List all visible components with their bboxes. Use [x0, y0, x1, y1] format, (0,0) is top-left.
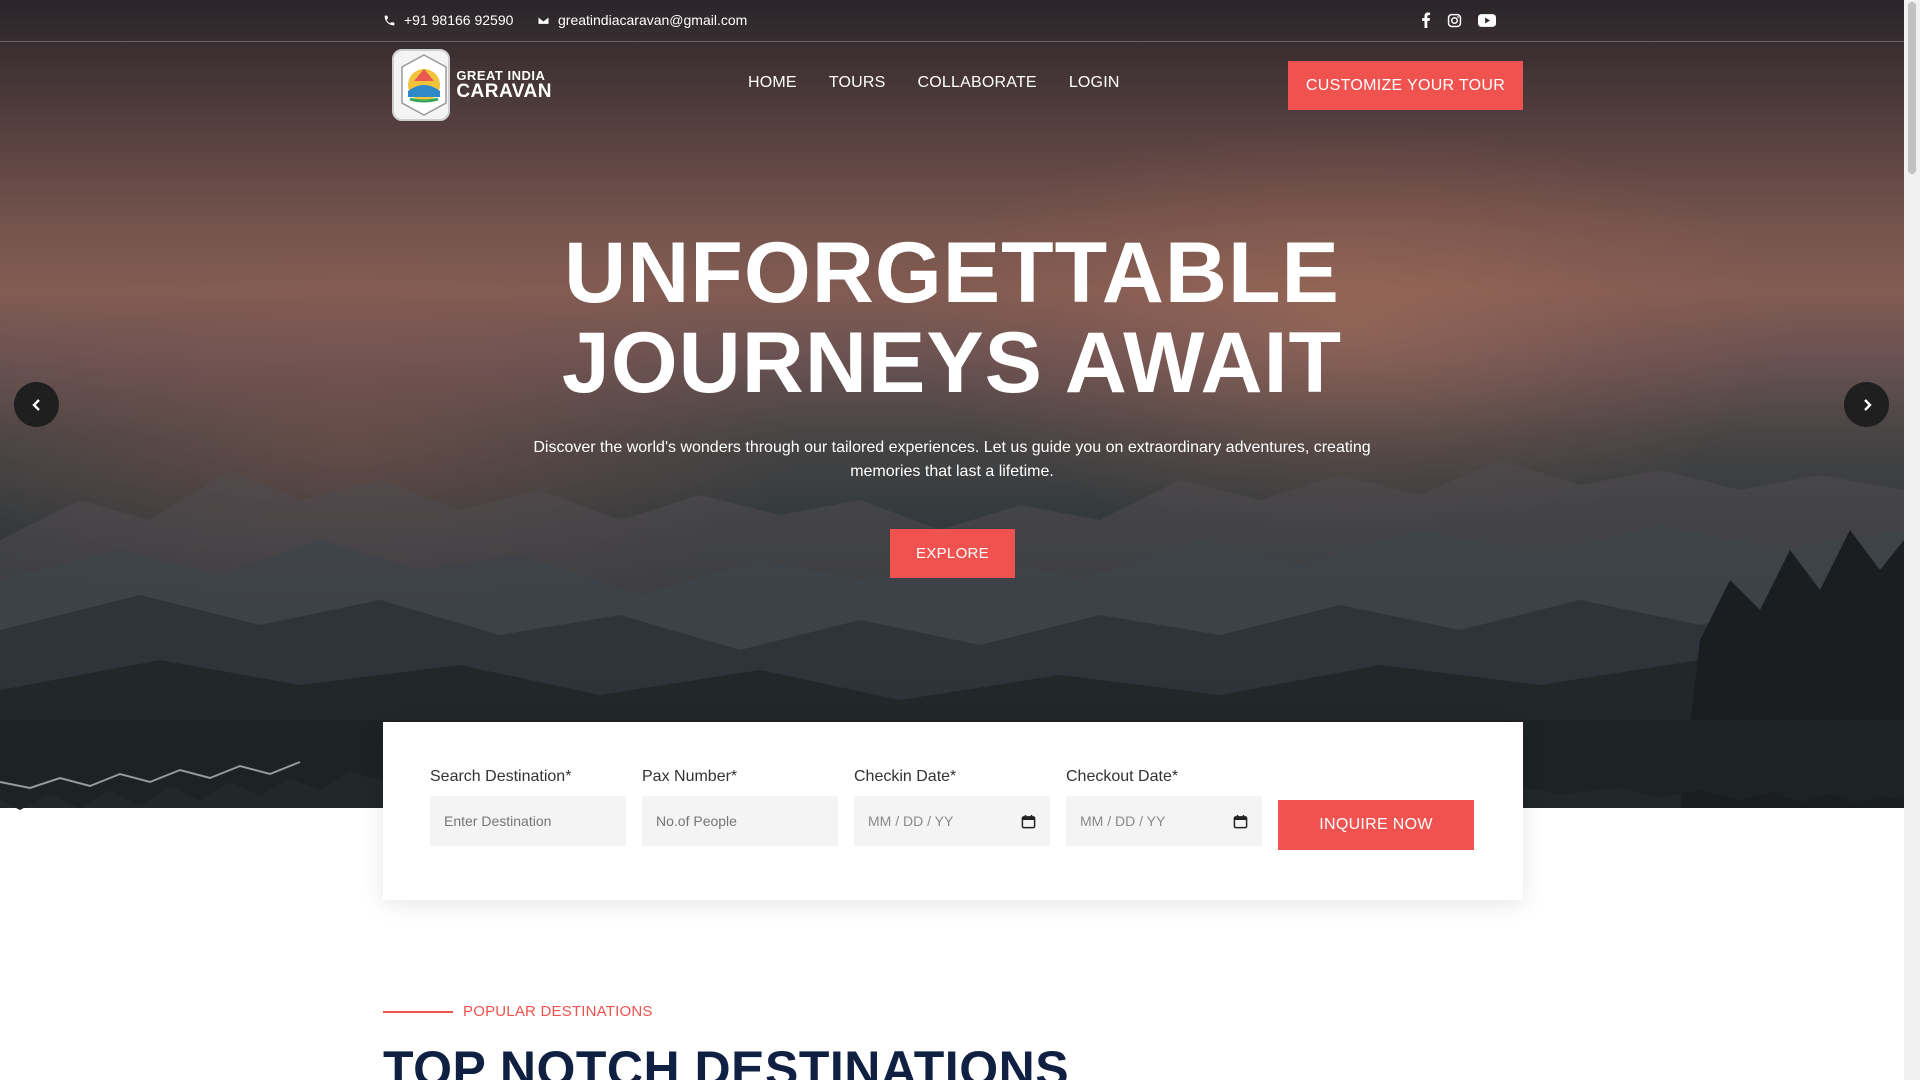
checkout-field-group: Checkout Date* MM / DD / YY: [1066, 768, 1262, 846]
destination-input[interactable]: [444, 813, 612, 829]
pax-label: Pax Number*: [642, 768, 738, 785]
phone-contact[interactable]: +91 98166 92590: [383, 12, 513, 28]
inquire-now-button[interactable]: INQUIRE NOW: [1278, 800, 1474, 850]
youtube-icon[interactable]: [1478, 13, 1496, 27]
mail-icon: [537, 15, 550, 25]
site-logo[interactable]: GREAT INDIA CARAVAN: [392, 48, 552, 122]
eyebrow-text: POPULAR DESTINATIONS: [463, 1003, 653, 1020]
tour-search-form: Search Destination* Pax Number* Checkin …: [383, 722, 1523, 900]
pax-field-group: Pax Number*: [642, 768, 838, 846]
email-contact[interactable]: greatindiacaravan@gmail.com: [537, 12, 747, 28]
explore-button[interactable]: EXPLORE: [890, 529, 1015, 578]
checkin-placeholder: MM / DD / YY: [868, 813, 954, 829]
pax-input[interactable]: [656, 813, 824, 829]
destination-field-group: Search Destination*: [430, 768, 626, 846]
hero-headline: UNFORGETTABLE JOURNEYS AWAIT: [452, 228, 1452, 408]
eyebrow-line: [383, 1010, 453, 1013]
carousel-next-button[interactable]: [1844, 382, 1889, 427]
nav-collaborate[interactable]: COLLABORATE: [918, 74, 1037, 92]
chevron-left-icon: [31, 398, 40, 411]
hero-headline-line-2: JOURNEYS AWAIT: [561, 315, 1343, 411]
top-bar: +91 98166 92590 greatindiacaravan@gmail.…: [0, 0, 1904, 42]
email-address: greatindiacaravan@gmail.com: [558, 12, 748, 28]
destination-label: Search Destination*: [430, 768, 572, 785]
phone-number: +91 98166 92590: [404, 12, 514, 28]
section-eyebrow: POPULAR DESTINATIONS: [383, 1003, 653, 1020]
nav-home[interactable]: HOME: [748, 74, 797, 92]
checkin-field-group: Checkin Date* MM / DD / YY: [854, 768, 1050, 846]
checkout-placeholder: MM / DD / YY: [1080, 813, 1166, 829]
carousel-prev-button[interactable]: [14, 382, 59, 427]
nav-login[interactable]: LOGIN: [1069, 74, 1120, 92]
section-title: TOP NOTCH DESTINATIONS: [383, 1041, 1070, 1080]
facebook-icon[interactable]: [1421, 12, 1431, 28]
logo-badge: [392, 49, 451, 121]
social-links: [1421, 12, 1496, 28]
checkin-date-input[interactable]: MM / DD / YY: [854, 796, 1050, 846]
hero-subtext: Discover the world's wonders through our…: [533, 439, 1371, 480]
checkout-date-input[interactable]: MM / DD / YY: [1066, 796, 1262, 846]
caravan-emblem-icon: [401, 54, 447, 116]
checkout-label: Checkout Date*: [1066, 768, 1179, 785]
page-scrollbar[interactable]: [1904, 0, 1920, 1080]
page: +91 98166 92590 greatindiacaravan@gmail.…: [0, 0, 1904, 1080]
pax-input-box: [642, 796, 838, 846]
chevron-right-icon: [1863, 398, 1872, 411]
logo-line-2: CARAVAN: [456, 81, 552, 102]
phone-icon: [384, 15, 395, 25]
hero-headline-line-1: UNFORGETTABLE: [564, 225, 1340, 321]
checkin-label: Checkin Date*: [854, 768, 957, 785]
logo-wordmark: GREAT INDIA CARAVAN: [456, 69, 552, 101]
calendar-icon[interactable]: [1021, 814, 1036, 829]
nav-tours[interactable]: TOURS: [829, 74, 886, 92]
instagram-icon[interactable]: [1447, 13, 1462, 28]
destination-input-box: [430, 796, 626, 846]
main-nav: HOME TOURS COLLABORATE LOGIN: [748, 74, 1120, 92]
calendar-icon[interactable]: [1233, 814, 1248, 829]
customize-tour-button[interactable]: CUSTOMIZE YOUR TOUR: [1288, 61, 1523, 110]
scrollbar-thumb[interactable]: [1908, 2, 1916, 174]
